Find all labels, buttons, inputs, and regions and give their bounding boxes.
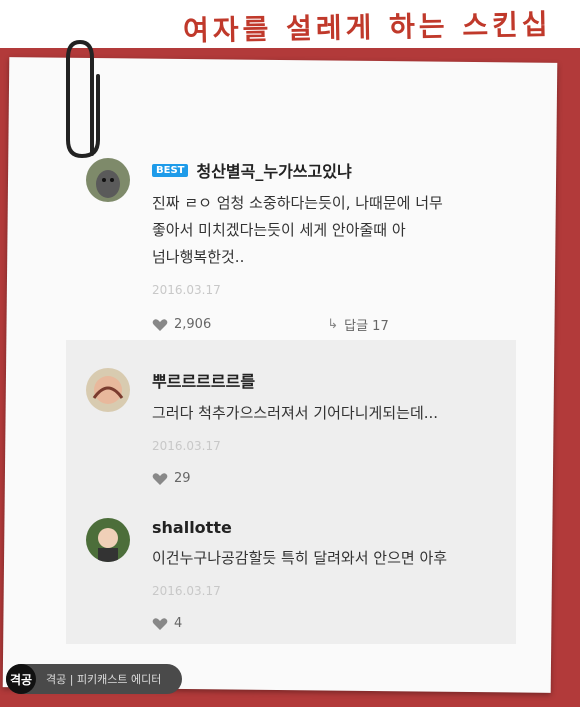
comment-date: 2016.03.17 — [152, 283, 221, 297]
like-count: 4 — [174, 616, 183, 631]
best-comment: BEST 청산별곡_누가쓰고있냐 진짜 ㄹㅇ 엄청 소중하다는듯이, 나때문에 … — [152, 158, 482, 334]
comment-text-line-3: 넘나행복한것.. — [152, 248, 245, 266]
editor-logo: 격공 — [6, 664, 36, 694]
reply-text: 이건누구나공감할듯 특히 달려와서 안으면 아후 — [152, 549, 448, 567]
comment-actions: 2,906 ↳ 답글 17 — [152, 315, 482, 334]
heart-icon[interactable] — [152, 617, 168, 631]
comment-text-line-2: 좋아서 미치겠다는듯이 세게 안아줄때 아 — [152, 221, 406, 239]
paperclip-icon — [66, 39, 100, 159]
reply-item: shallotte 이건누구나공감할듯 특히 달려와서 안으면 아후 2016.… — [152, 518, 492, 631]
editor-credit: 격공 격공 | 피키캐스트 에디터 — [6, 664, 182, 694]
reply-author[interactable]: 뿌르르르르르를 — [152, 368, 492, 392]
comment-text: 진짜 ㄹㅇ 엄청 소중하다는듯이, 나때문에 너무 좋아서 미치겠다는듯이 세게… — [152, 190, 482, 271]
best-badge: BEST — [152, 163, 189, 177]
reply-actions: 4 — [152, 616, 492, 631]
reply-actions: 29 — [152, 471, 492, 486]
reply-author[interactable]: shallotte — [152, 518, 492, 537]
heart-icon[interactable] — [152, 318, 168, 332]
reply-text: 그러다 척추가으스러져서 기어다니게되는데... — [152, 404, 439, 422]
reply-item: 뿌르르르르르를 그러다 척추가으스러져서 기어다니게되는데... 2016.03… — [152, 368, 492, 486]
like-count: 2,906 — [174, 317, 212, 332]
reply-avatar[interactable] — [86, 368, 130, 412]
best-comment-header: BEST 청산별곡_누가쓰고있냐 — [152, 158, 482, 182]
heart-icon[interactable] — [152, 472, 168, 486]
like-count: 29 — [174, 471, 191, 486]
comment-author[interactable]: 청산별곡_누가쓰고있냐 — [196, 158, 351, 182]
reply-date: 2016.03.17 — [152, 584, 221, 598]
reply-arrow-icon: ↳ — [327, 317, 339, 332]
reply-button[interactable]: 답글 17 — [344, 315, 389, 334]
editor-credit-text: 격공 | 피키캐스트 에디터 — [46, 673, 162, 686]
banner-title: 여자를 설레게 하는 스킨십 — [183, 7, 553, 48]
reply-avatar[interactable] — [86, 518, 130, 562]
reply-date: 2016.03.17 — [152, 439, 221, 453]
comment-text-line-1: 진짜 ㄹㅇ 엄청 소중하다는듯이, 나때문에 너무 — [152, 194, 443, 212]
best-comment-avatar[interactable] — [86, 158, 130, 202]
